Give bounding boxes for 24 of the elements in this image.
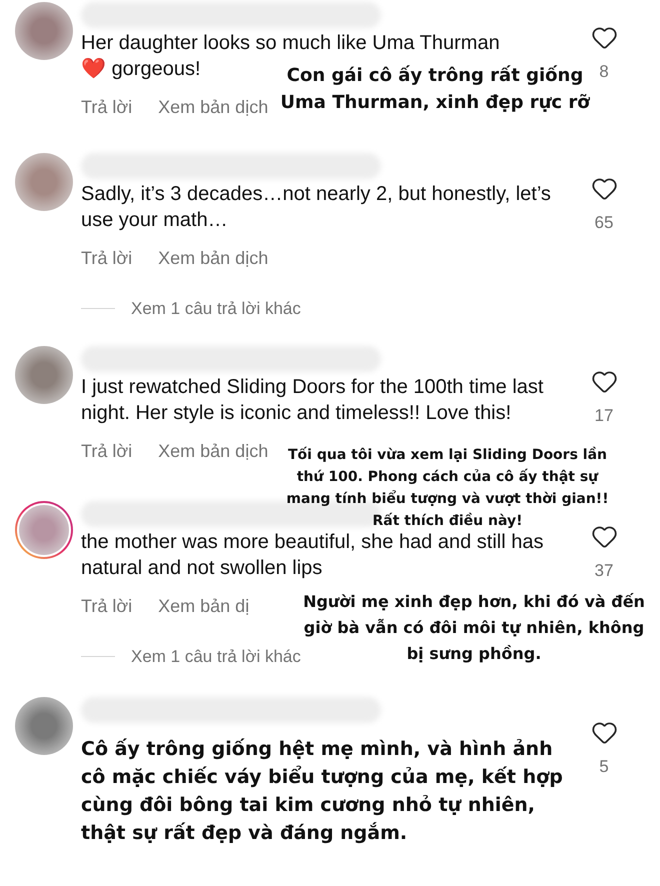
comment-text: Sadly, it’s 3 decades…not nearly 2, but honestly, let’s use your math… xyxy=(81,182,552,233)
translation-text: Người mẹ xinh đẹp hơn, khi đó và đến giờ bà vẫn có đôi môi tự nhiên, không bị sưng phồng. xyxy=(302,590,646,664)
reply-link[interactable]: Trả lời xyxy=(81,592,132,620)
comment-text: Her daughter looks so much like Uma Thurman xyxy=(81,31,501,56)
like-count: 37 xyxy=(594,560,614,582)
reply-link[interactable]: Trả lời xyxy=(81,438,132,464)
like-count: 8 xyxy=(599,61,609,83)
translation-text: Con gái cô ấy trông rất giống Uma Thurman, xinh đẹp rực rỡ xyxy=(279,64,591,115)
like-count: 5 xyxy=(599,756,609,778)
see-translation-link[interactable]: Xem bản dịch xyxy=(158,245,268,272)
see-translation-link[interactable]: Xem bản dịch xyxy=(158,94,268,121)
comment-text: the mother was more beautiful, she had and still has natural and not swollen lips xyxy=(81,530,544,580)
view-replies-link[interactable]: Xem 1 câu trả lời khác xyxy=(131,644,301,669)
translation-text: Cô ấy trông giống hệt mẹ mình, và hình ảnh cô mặc chiếc váy biểu tượng của mẹ, kết hợp cùng đôi bông tai kim cương nhỏ tự nhiên, thật sự rất đẹp và đáng ngắm. xyxy=(81,737,564,846)
reply-link[interactable]: Trả lời xyxy=(81,245,132,272)
comment-text: I just rewatched Sliding Doors for the 100th time last night. Her style is iconic and timeless!! Love this! xyxy=(81,374,544,426)
see-translation-link[interactable]: Xem bản dị xyxy=(158,592,250,620)
see-translation-link[interactable]: Xem bản dịch xyxy=(158,438,268,464)
comment-text: ❤ gorgeous! xyxy=(81,57,201,82)
like-count: 65 xyxy=(594,212,614,234)
reply-link[interactable]: Trả lời xyxy=(81,94,132,121)
like-count: 17 xyxy=(594,404,614,426)
translation-text: Tối qua tôi vừa xem lại Sliding Doors lần thứ 100. Phong cách của cô ấy thật sự mang tính biểu tượng và vượt thời gian!! Rất thích điều này! xyxy=(285,446,610,530)
view-replies-link[interactable]: Xem 1 câu trả lời khác xyxy=(131,296,301,322)
